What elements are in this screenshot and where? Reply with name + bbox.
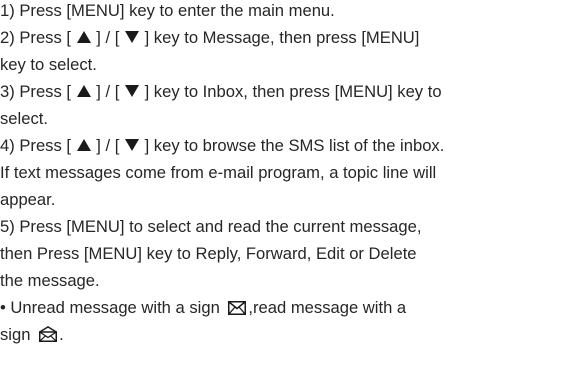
up-triangle-icon	[76, 139, 91, 151]
read-envelope-icon	[39, 323, 58, 350]
note-line2-suffix: .	[59, 325, 64, 344]
step-2-prefix: 2) Press [	[0, 28, 72, 47]
step-3-continuation: select.	[0, 105, 48, 132]
step-4-mid: ] / [	[96, 136, 120, 155]
step-4-cont2-text: appear.	[0, 190, 56, 209]
up-triangle-icon	[76, 85, 91, 97]
step-5-line3-text: the message.	[0, 271, 100, 290]
note-middle: ,read message with a	[248, 298, 407, 317]
step-4-continuation-2: appear.	[0, 186, 55, 213]
step-3-line: 3) Press [ ] / [ ] key to Inbox, then pr…	[0, 78, 442, 105]
step-4-suffix: ] key to browse the SMS list of the inbo…	[144, 136, 445, 155]
step-4-prefix: 4) Press [	[0, 136, 72, 155]
step-2-continuation: key to select.	[0, 51, 97, 78]
unread-envelope-icon	[228, 296, 247, 323]
up-triangle-icon	[76, 31, 91, 43]
step-3-prefix: 3) Press [	[0, 82, 72, 101]
step-3-cont-text: select.	[0, 109, 48, 128]
step-5-line-3: the message.	[0, 267, 100, 294]
note-prefix: • Unread message with a sign	[0, 298, 220, 317]
step-3-mid: ] / [	[96, 82, 120, 101]
note-line-1: • Unread message with a sign ,read messa…	[0, 294, 406, 321]
step-3-suffix: ] key to Inbox, then press [MENU] key to	[144, 82, 442, 101]
step-5-line-2: then Press [MENU] key to Reply, Forward,…	[0, 240, 417, 267]
step-1-text: 1) Press [MENU] key to enter the main me…	[0, 1, 335, 20]
note-line2-prefix: sign	[0, 325, 31, 344]
step-2-line: 2) Press [ ] / [ ] key to Message, then …	[0, 24, 419, 51]
step-4-continuation-1: If text messages come from e-mail progra…	[0, 159, 436, 186]
step-2-cont-text: key to select.	[0, 55, 97, 74]
down-triangle-icon	[124, 31, 139, 43]
note-line-2: sign .	[0, 321, 64, 348]
step-2-mid: ] / [	[96, 28, 120, 47]
step-5-line2-text: then Press [MENU] key to Reply, Forward,…	[0, 244, 417, 263]
down-triangle-icon	[124, 85, 139, 97]
step-4-cont1-text: If text messages come from e-mail progra…	[0, 163, 437, 182]
step-4-line: 4) Press [ ] / [ ] key to browse the SMS…	[0, 132, 444, 159]
down-triangle-icon	[124, 139, 139, 151]
step-5-line-1: 5) Press [MENU] to select and read the c…	[0, 213, 421, 240]
step-5-line1-text: 5) Press [MENU] to select and read the c…	[0, 217, 422, 236]
step-1-line: 1) Press [MENU] key to enter the main me…	[0, 0, 335, 24]
step-2-suffix: ] key to Message, then press [MENU]	[144, 28, 420, 47]
